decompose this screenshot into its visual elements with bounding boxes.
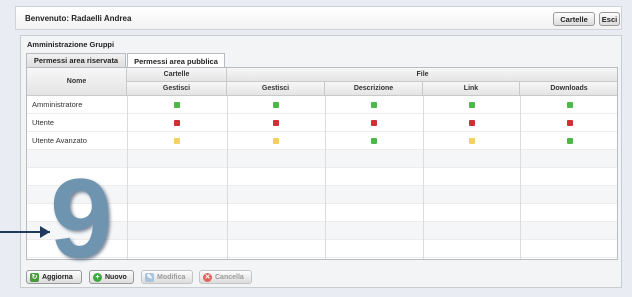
permission-red-indicator xyxy=(174,120,180,126)
row-name: Utente Avanzato xyxy=(32,136,87,145)
permissions-grid: Nome Cartelle File Gestisci Gestisci Des… xyxy=(26,67,618,260)
cartelle-button[interactable]: Cartelle xyxy=(553,12,595,26)
empty-row xyxy=(27,150,617,168)
column-header-downloads[interactable]: Downloads xyxy=(520,82,617,96)
panel-title: Amministrazione Gruppi xyxy=(27,40,115,49)
welcome-text: Benvenuto: Radaelli Andrea xyxy=(25,14,132,23)
permission-green-indicator xyxy=(567,102,573,108)
cancella-button[interactable]: ✕ Cancella xyxy=(199,270,252,284)
modifica-label: Modifica xyxy=(157,273,186,281)
empty-row xyxy=(27,240,617,258)
permission-red-indicator xyxy=(567,120,573,126)
permission-green-indicator xyxy=(273,102,279,108)
empty-row xyxy=(27,204,617,222)
column-header-link[interactable]: Link xyxy=(423,82,520,96)
column-header-nome[interactable]: Nome xyxy=(27,68,127,96)
refresh-icon: ↻ xyxy=(30,272,39,282)
column-header-file-gestisci[interactable]: Gestisci xyxy=(227,82,325,96)
permission-yellow-indicator xyxy=(469,138,475,144)
top-bar: Benvenuto: Radaelli Andrea Cartelle Esci xyxy=(15,6,622,30)
cancella-label: Cancella xyxy=(215,273,244,281)
column-divider xyxy=(520,96,521,259)
permission-red-indicator xyxy=(469,120,475,126)
tab-permessi-area-riservata[interactable]: Permessi area riservata xyxy=(26,53,126,67)
column-divider xyxy=(423,96,424,259)
table-row[interactable]: Utente xyxy=(27,114,617,132)
edit-icon: ✎ xyxy=(145,272,154,282)
table-row[interactable]: Utente Avanzato xyxy=(27,132,617,150)
row-name: Utente xyxy=(32,118,55,127)
column-divider xyxy=(127,96,128,259)
modifica-button[interactable]: ✎ Modifica xyxy=(141,270,193,284)
tab-permessi-area-pubblica[interactable]: Permessi area pubblica xyxy=(127,53,225,68)
arrowhead-icon xyxy=(40,226,50,238)
empty-row xyxy=(27,168,617,186)
permission-yellow-indicator xyxy=(174,138,180,144)
table-row[interactable]: Amministratore xyxy=(27,96,617,114)
permission-green-indicator xyxy=(371,138,377,144)
esci-button[interactable]: Esci xyxy=(599,12,620,26)
column-divider xyxy=(325,96,326,259)
annotation-number: 9 xyxy=(50,156,113,281)
column-divider xyxy=(227,96,228,259)
permission-yellow-indicator xyxy=(273,138,279,144)
permission-green-indicator xyxy=(567,138,573,144)
permission-green-indicator xyxy=(371,102,377,108)
group-header-file: File xyxy=(227,68,617,82)
column-header-cartelle-gestisci[interactable]: Gestisci xyxy=(127,82,227,96)
empty-row xyxy=(27,222,617,240)
delete-icon: ✕ xyxy=(203,272,212,282)
row-name: Amministratore xyxy=(32,100,83,109)
group-header-cartelle: Cartelle xyxy=(127,68,227,82)
permission-green-indicator xyxy=(174,102,180,108)
permission-green-indicator xyxy=(469,102,475,108)
permission-red-indicator xyxy=(371,120,377,126)
empty-row xyxy=(27,186,617,204)
column-header-descrizione[interactable]: Descrizione xyxy=(325,82,423,96)
permission-red-indicator xyxy=(273,120,279,126)
